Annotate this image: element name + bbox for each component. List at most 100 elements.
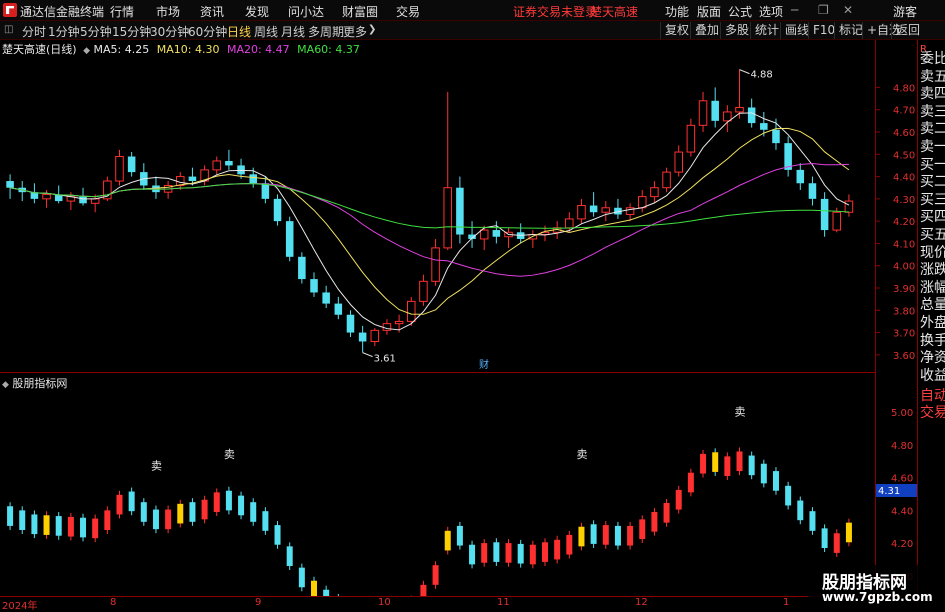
indicator-bar <box>31 514 38 535</box>
indicator-bar <box>274 525 281 545</box>
ma-settings-icon[interactable]: ◆ <box>83 46 90 56</box>
indicator-bar <box>165 509 172 530</box>
y-tick-label: 3.60 <box>893 351 915 362</box>
indicator-bar <box>7 506 14 526</box>
indicator-bar <box>238 495 245 516</box>
kline-svg: 4.80 4.70 4.60 4.50 4.40 4.30 4.20 4.10 4.00 3.90… <box>6 69 915 371</box>
tool-overlay[interactable]: 叠加 <box>690 22 723 39</box>
menu-layout[interactable]: 版面 <box>697 3 721 20</box>
menu-item-wealth[interactable]: 财富圈 <box>342 3 378 20</box>
candle-body <box>723 111 732 122</box>
indicator-bar <box>772 471 779 491</box>
minimize-icon[interactable]: ─ <box>791 3 798 17</box>
main-kline-chart[interactable]: 4.80 4.70 4.60 4.50 4.40 4.30 4.20 4.10 4.00 3.90… <box>0 40 915 373</box>
sell-signal-label: 卖 <box>151 459 162 472</box>
indicator-bar <box>432 565 439 585</box>
period-1min[interactable]: 1分钟 <box>48 23 80 40</box>
tool-stats[interactable]: 统计 <box>750 22 783 39</box>
sell-signal-label: 卖 <box>735 405 746 418</box>
period-daily[interactable]: 日线 <box>227 23 251 40</box>
indicator-bar <box>80 517 87 538</box>
indicator-bar <box>469 544 476 565</box>
tool-adjust[interactable]: 复权 <box>660 22 693 39</box>
date-label: 12 <box>635 597 648 608</box>
period-5min[interactable]: 5分钟 <box>80 23 112 40</box>
indicator-bar <box>505 543 512 563</box>
current-value-label: 4.31 <box>878 486 900 497</box>
stock-name-header: 楚天高速 <box>590 5 639 19</box>
candle-body <box>358 332 367 342</box>
collapse-icon[interactable]: ◫ <box>4 24 13 35</box>
indicator-bar <box>481 543 488 563</box>
indicator-bar <box>821 528 828 548</box>
candle-body <box>322 292 330 304</box>
indicator-bar <box>554 539 561 560</box>
indicator-bar <box>140 502 147 522</box>
menu-item-ask[interactable]: 问小达 <box>288 3 324 20</box>
close-icon[interactable]: ✕ <box>843 3 853 17</box>
period-60min[interactable]: 60分钟 <box>188 23 227 40</box>
sell-signal-label: 卖 <box>224 448 235 461</box>
candle-body <box>637 196 647 209</box>
indicator-bar <box>529 544 536 565</box>
candle-body <box>249 174 257 184</box>
indicator-chart[interactable]: 5.004.804.604.404.204.0014:5614:5614:561… <box>0 374 917 596</box>
y-tick-label: 3.90 <box>893 284 915 295</box>
tool-multistock[interactable]: 多股 <box>720 22 753 39</box>
period-timeshare[interactable]: 分时 <box>22 23 46 40</box>
indicator-bar <box>687 472 694 493</box>
period-weekly[interactable]: 周线 <box>254 23 278 40</box>
ma20-legend: MA20: 4.47 <box>226 43 290 56</box>
menu-options[interactable]: 选项 <box>759 3 783 20</box>
indicator-settings-icon[interactable]: ◆ <box>2 380 9 390</box>
period-more[interactable]: 更多 <box>343 23 367 40</box>
watermark: 股朋指标网 www.7gpzb.com <box>808 565 933 609</box>
candle-body <box>820 198 829 231</box>
period-30min[interactable]: 30分钟 <box>150 23 189 40</box>
period-multi[interactable]: 多周期 <box>308 23 344 40</box>
menu-item-market[interactable]: 市场 <box>156 3 180 20</box>
candle-body <box>212 160 222 171</box>
quote-side-panel: R 委比 卖五 卖四 卖三 卖二 卖一 买一 买二 买三 买四 买五 现价 涨跌 涨幅 总量 外盘 换手 净资 收益… <box>917 40 945 609</box>
candle-body <box>298 256 306 280</box>
high-label: 4.88 <box>751 70 773 81</box>
tool-back[interactable]: 返回 <box>891 22 924 39</box>
indicator-bar <box>201 499 208 520</box>
watermark-url: www.7gpzb.com <box>822 590 933 604</box>
ma20-line <box>9 163 849 277</box>
y-tick-label: 3.80 <box>893 306 915 317</box>
user-guest[interactable]: 游客 <box>893 3 917 20</box>
indicator-bar <box>627 525 634 546</box>
indicator-bar <box>639 519 646 539</box>
chevron-right-icon[interactable]: ❯ <box>368 24 376 35</box>
menu-item-trade[interactable]: 交易 <box>396 3 420 20</box>
candle-body <box>6 181 14 188</box>
high-pointer <box>739 69 750 75</box>
menu-function[interactable]: 功能 <box>665 3 689 20</box>
restore-icon[interactable]: ❐ <box>818 3 829 17</box>
date-label: 10 <box>378 597 391 608</box>
candle-body <box>808 183 817 199</box>
indicator-bar <box>651 512 658 532</box>
indicator-bar <box>152 509 159 530</box>
candle-body <box>492 230 501 237</box>
indicator-bar <box>19 510 26 530</box>
event-marker[interactable]: 财 <box>479 358 489 371</box>
indicator-bar <box>43 515 50 535</box>
menu-item-discover[interactable]: 发现 <box>245 3 269 20</box>
period-15min[interactable]: 15分钟 <box>112 23 151 40</box>
menu-formula[interactable]: 公式 <box>728 3 752 20</box>
candle-body <box>346 314 355 333</box>
period-monthly[interactable]: 月线 <box>281 23 305 40</box>
candle-body <box>42 193 51 200</box>
indicator-bar <box>116 494 123 515</box>
indicator-bar <box>104 510 111 530</box>
trade-button[interactable]: 交易 <box>920 402 945 422</box>
login-notice[interactable]: 证券交易未登录 <box>513 3 597 20</box>
candle-body <box>577 205 586 220</box>
candle-body <box>443 187 453 249</box>
menu-item-quotes[interactable]: 行情 <box>110 3 134 20</box>
date-label: 11 <box>497 597 510 608</box>
indicator-bar <box>578 526 585 547</box>
menu-item-news[interactable]: 资讯 <box>200 3 224 20</box>
